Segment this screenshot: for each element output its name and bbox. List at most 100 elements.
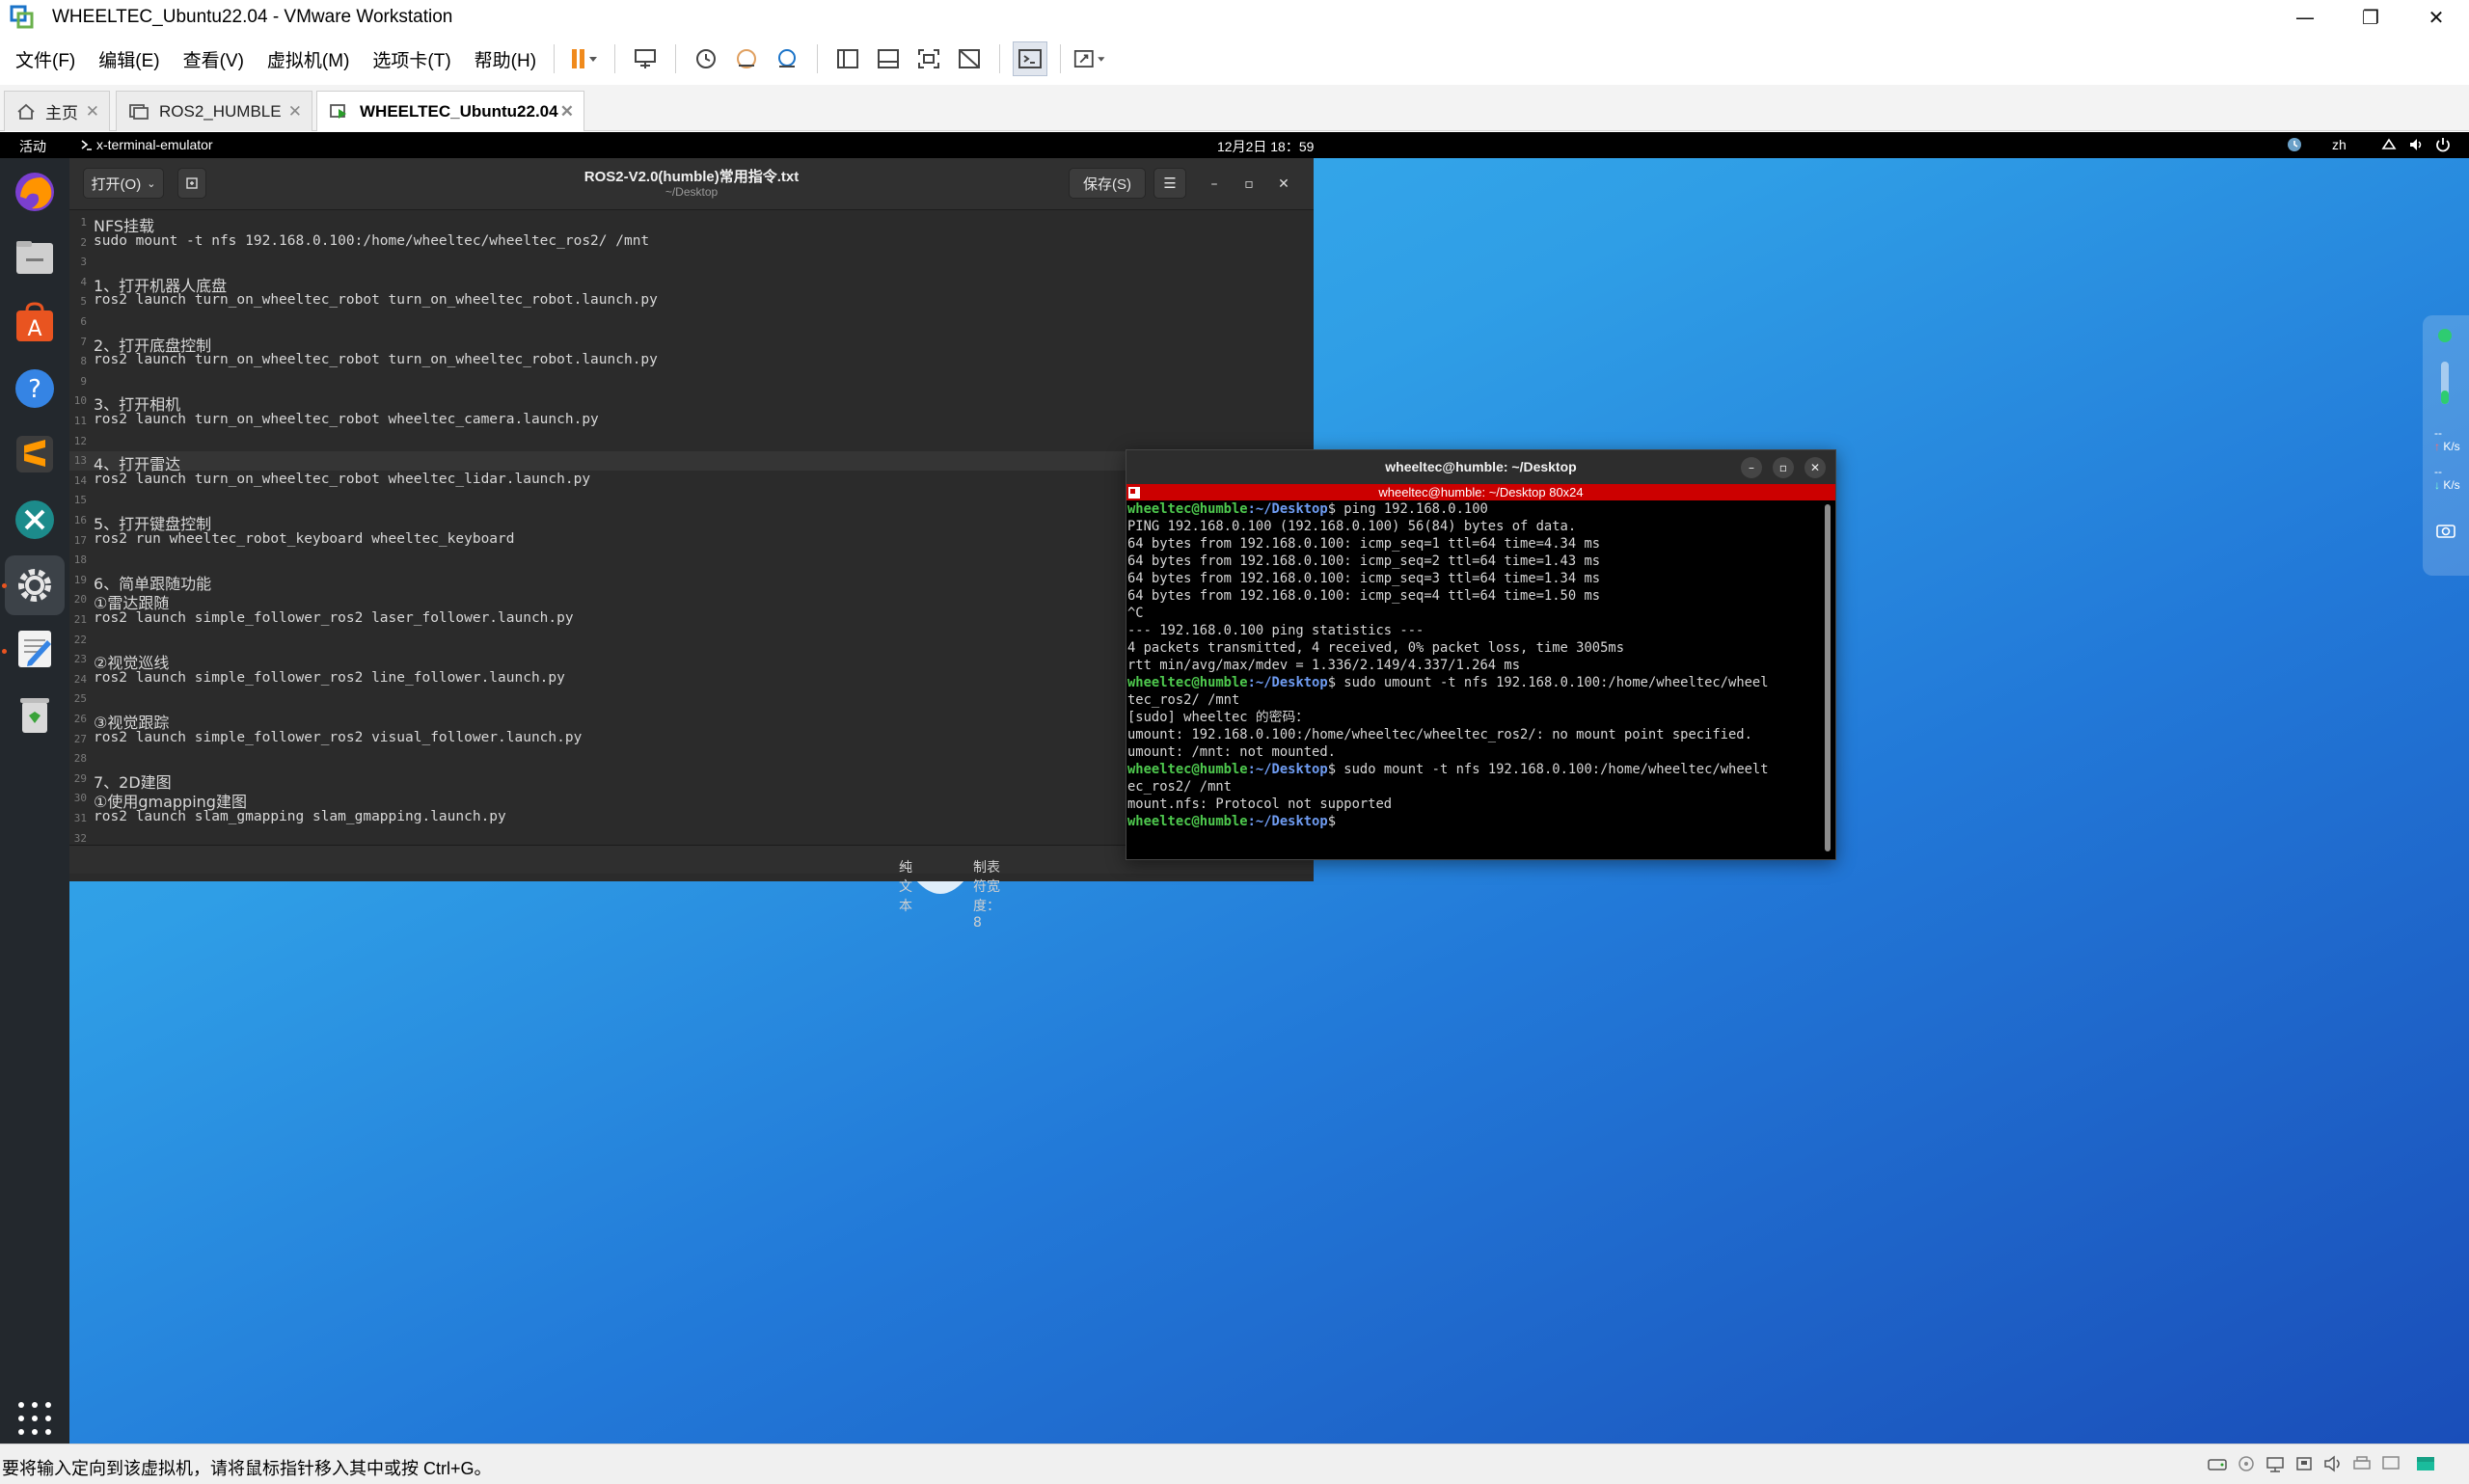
update-icon[interactable] [2286,136,2303,153]
save-button[interactable]: 保存(S) [1069,168,1146,199]
editor-line[interactable]: 7 2、打开底盘控制 [69,333,1314,355]
display-icon[interactable] [2380,1454,2401,1473]
line-text: ros2 launch simple_follower_ros2 line_fo… [94,669,565,686]
menu-vm[interactable]: 虚拟机(M) [259,46,357,72]
fullscreen-icon [918,49,940,68]
dock-remote[interactable] [11,496,59,544]
show-thumbnail-button[interactable] [871,41,906,76]
power-icon[interactable] [2434,136,2452,153]
dock-help[interactable]: ? [11,364,59,413]
terminal-line: umount: 192.168.0.100:/home/wheeltec/whe… [1127,727,1752,742]
stretch-icon [1073,50,1105,67]
editor-line[interactable]: 3 [69,253,1314,272]
maximize-icon[interactable]: ▫ [1773,457,1794,478]
xterm-icon [1128,487,1140,499]
close-icon[interactable]: ✕ [288,102,302,121]
editor-line[interactable]: 6 [69,312,1314,332]
line-text: ros2 launch slam_gmapping slam_gmapping.… [94,809,506,824]
menu-tabs[interactable]: 选项卡(T) [365,46,458,72]
terminal-line: --- 192.168.0.100 ping statistics --- [1127,623,1424,638]
maximize-icon[interactable]: ▫ [1238,174,1260,195]
volume-icon[interactable] [2407,136,2425,153]
printer-icon[interactable] [2351,1454,2373,1473]
editor-line[interactable]: 9 [69,372,1314,391]
terminal-scrollbar[interactable] [1825,504,1831,851]
bottom-panel-icon [878,49,900,68]
close-icon[interactable]: ✕ [1804,457,1826,478]
close-icon[interactable]: ✕ [1273,174,1294,195]
usb-icon[interactable] [2293,1454,2315,1473]
dock-files[interactable] [11,233,59,282]
snapshot-button[interactable] [689,41,723,76]
toolbar-separator [554,44,556,73]
pause-icon [572,49,598,68]
line-number: 11 [73,415,87,427]
upload-placeholder: -- [2434,426,2442,440]
activities-button[interactable]: 活动 [19,137,46,156]
editor-line[interactable]: 10 3、打开相机 [69,391,1314,414]
revert-snapshot-button[interactable] [729,41,764,76]
dock-software[interactable]: A [11,299,59,347]
show-library-button[interactable] [830,41,865,76]
editor-line[interactable]: 11 ros2 launch turn_on_wheeltec_robot whe… [69,412,1314,431]
editor-line[interactable]: 8 ros2 launch turn_on_wheeltec_robot turn… [69,352,1314,371]
menu-help[interactable]: 帮助(H) [467,46,544,72]
editor-line[interactable]: 2 sudo mount -t nfs 192.168.0.100:/home/w… [69,233,1314,253]
clock[interactable]: 12月2日 18：59 [1217,137,1314,156]
tab-label: 主页 [45,104,78,122]
line-number: 27 [73,732,87,745]
stretch-guest-button[interactable] [1073,41,1108,76]
show-apps-grid-icon[interactable] [15,1399,54,1438]
close-icon[interactable]: ✕ [560,102,574,121]
line-number: 8 [80,355,87,368]
network-adapter-icon[interactable] [2265,1454,2286,1473]
dock-settings[interactable] [5,555,65,615]
editor-line[interactable]: 1 NFS挂载 [69,213,1314,235]
close-icon[interactable]: ✕ [86,102,99,121]
app-menu-label: x-terminal-emulator [96,137,213,152]
terminal-window[interactable]: wheeltec@humble: ~/Desktop – ▫ ✕ wheelte… [1126,449,1836,860]
input-method[interactable]: zh [2332,137,2347,152]
unity-button[interactable] [952,41,987,76]
dock-sublime[interactable] [11,430,59,478]
menu-file[interactable]: 文件(F) [8,46,83,72]
terminal-title: wheeltec@humble: ~/Desktop [1385,459,1577,474]
tab-home[interactable]: 主页 ✕ [4,91,110,131]
editor-line[interactable]: 4 1、打开机器人底盘 [69,273,1314,295]
minimize-button[interactable]: — [2272,0,2338,35]
cd-rom-icon[interactable] [2236,1454,2257,1473]
dock-firefox[interactable] [11,168,59,216]
snapshot-manager-icon [778,49,797,67]
tab-wheeltec-ubuntu[interactable]: WHEELTEC_Ubuntu22.04 ✕ [316,91,584,131]
app-menu[interactable]: x-terminal-emulator [81,137,213,152]
screenshot-camera-icon[interactable] [2436,522,2455,539]
editor-line[interactable]: 12 [69,432,1314,451]
minimize-icon[interactable]: – [1741,457,1762,478]
terminal-titlebar: wheeltec@humble: ~/Desktop – ▫ ✕ [1126,450,1835,484]
maximize-button[interactable]: ❐ [2338,0,2403,35]
dock-text-editor[interactable] [11,625,59,673]
svg-text:?: ? [28,375,41,404]
menu-edit[interactable]: 编辑(E) [91,46,167,72]
minimize-icon[interactable]: – [1204,174,1225,195]
fullscreen-button[interactable] [911,41,946,76]
menu-view[interactable]: 查看(V) [176,46,252,72]
tab-ros2-humble[interactable]: ROS2_HUMBLE ✕ [116,91,312,131]
terminal-line: 4 packets transmitted, 4 received, 0% pa… [1127,640,1624,656]
message-log-icon[interactable] [2415,1454,2436,1473]
vm-tab-icon [129,103,149,120]
close-button[interactable]: ✕ [2403,0,2469,35]
sound-icon[interactable] [2322,1454,2344,1473]
hard-disk-icon[interactable] [2207,1454,2228,1473]
guest-display[interactable]: 活动 x-terminal-emulator 12月2日 18：59 zh A … [0,132,2469,1444]
terminal-output[interactable]: wheeltec@humble:~/Desktop$ ping 192.168.… [1127,500,1822,859]
send-ctrl-alt-del-button[interactable] [628,41,663,76]
snapshot-manager-button[interactable] [770,41,804,76]
hamburger-menu-button[interactable]: ☰ [1153,168,1186,199]
console-view-button[interactable] [1013,41,1048,76]
pause-button[interactable] [567,41,602,76]
dock-trash[interactable] [11,690,59,739]
network-icon[interactable] [2380,136,2398,153]
usage-meter [2441,362,2449,404]
editor-line[interactable]: 5 ros2 launch turn_on_wheeltec_robot turn… [69,292,1314,311]
